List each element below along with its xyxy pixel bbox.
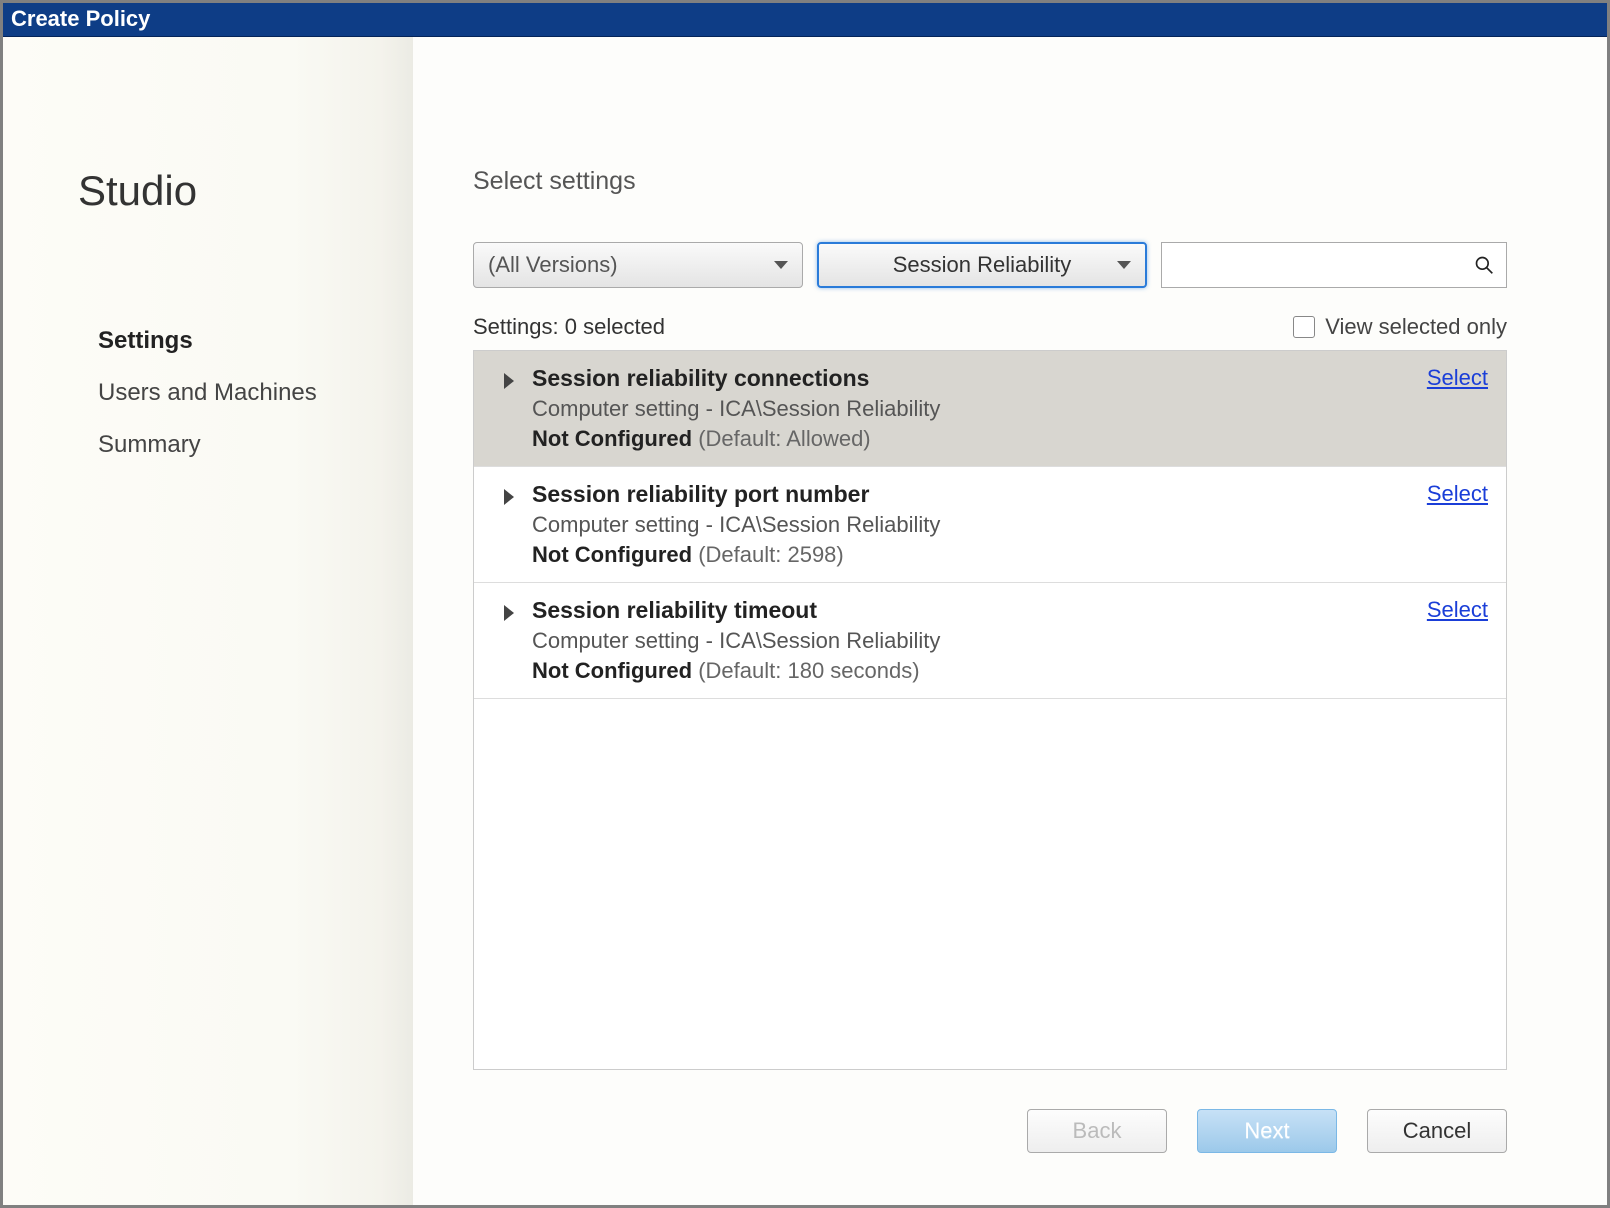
- list-item-path: Computer setting - ICA\Session Reliabili…: [532, 628, 1409, 654]
- brand-label: Studio: [78, 167, 413, 215]
- list-item-default: (Default: 180 seconds): [698, 658, 919, 683]
- settings-bar: Settings: 0 selected View selected only: [473, 314, 1507, 340]
- list-item-status-value: Not Configured: [532, 658, 692, 683]
- list-item-status: Not Configured (Default: 180 seconds): [532, 658, 1409, 684]
- search-icon: [1474, 255, 1494, 275]
- list-item-default: (Default: Allowed): [698, 426, 870, 451]
- titlebar: Create Policy: [3, 3, 1607, 37]
- settings-list: Session reliability connections Computer…: [473, 350, 1507, 1070]
- list-item-body: Session reliability connections Computer…: [532, 365, 1409, 452]
- versions-dropdown[interactable]: (All Versions): [473, 242, 803, 288]
- list-item-status: Not Configured (Default: 2598): [532, 542, 1409, 568]
- section-header: Select settings: [473, 167, 1507, 196]
- next-button[interactable]: Next: [1197, 1109, 1337, 1153]
- list-item-title: Session reliability port number: [532, 481, 1409, 508]
- settings-count-label: Settings: 0 selected: [473, 314, 665, 340]
- list-item-status-value: Not Configured: [532, 426, 692, 451]
- main-panel: Select settings (All Versions) Session R…: [413, 37, 1607, 1205]
- body-area: Studio Settings Users and Machines Summa…: [3, 37, 1607, 1205]
- settings-count: 0 selected: [565, 314, 665, 339]
- category-dropdown-label: Session Reliability: [893, 252, 1072, 278]
- list-item-default: (Default: 2598): [698, 542, 844, 567]
- list-item-path: Computer setting - ICA\Session Reliabili…: [532, 396, 1409, 422]
- list-item-title: Session reliability timeout: [532, 597, 1409, 624]
- category-dropdown[interactable]: Session Reliability: [817, 242, 1147, 288]
- expand-icon[interactable]: [504, 373, 514, 389]
- list-item-title: Session reliability connections: [532, 365, 1409, 392]
- list-item[interactable]: Session reliability timeout Computer set…: [474, 583, 1506, 699]
- select-link[interactable]: Select: [1427, 597, 1488, 623]
- list-item-path: Computer setting - ICA\Session Reliabili…: [532, 512, 1409, 538]
- back-button[interactable]: Back: [1027, 1109, 1167, 1153]
- list-item[interactable]: Session reliability port number Computer…: [474, 467, 1506, 583]
- list-item-body: Session reliability timeout Computer set…: [532, 597, 1409, 684]
- window-title: Create Policy: [11, 6, 150, 31]
- chevron-down-icon: [774, 261, 788, 269]
- list-item-status: Not Configured (Default: Allowed): [532, 426, 1409, 452]
- list-item[interactable]: Session reliability connections Computer…: [474, 351, 1506, 467]
- select-link[interactable]: Select: [1427, 365, 1488, 391]
- search-input[interactable]: [1174, 253, 1474, 278]
- chevron-down-icon: [1117, 261, 1131, 269]
- view-selected-only-label: View selected only: [1325, 314, 1507, 340]
- sidebar: Studio Settings Users and Machines Summa…: [3, 37, 413, 1205]
- dialog-window: Create Policy Studio Settings Users and …: [0, 0, 1610, 1208]
- filter-row: (All Versions) Session Reliability: [473, 242, 1507, 288]
- nav-item-settings[interactable]: Settings: [98, 315, 413, 367]
- expand-icon[interactable]: [504, 489, 514, 505]
- view-selected-only-checkbox[interactable]: View selected only: [1293, 314, 1507, 340]
- footer-buttons: Back Next Cancel: [1027, 1109, 1507, 1153]
- versions-dropdown-label: (All Versions): [488, 252, 618, 278]
- settings-label: Settings:: [473, 314, 559, 339]
- expand-icon[interactable]: [504, 605, 514, 621]
- list-item-body: Session reliability port number Computer…: [532, 481, 1409, 568]
- list-item-status-value: Not Configured: [532, 542, 692, 567]
- nav-list: Settings Users and Machines Summary: [78, 315, 413, 471]
- cancel-button[interactable]: Cancel: [1367, 1109, 1507, 1153]
- nav-item-users-and-machines[interactable]: Users and Machines: [98, 367, 413, 419]
- nav-item-summary[interactable]: Summary: [98, 419, 413, 471]
- checkbox-icon: [1293, 316, 1315, 338]
- select-link[interactable]: Select: [1427, 481, 1488, 507]
- search-box[interactable]: [1161, 242, 1507, 288]
